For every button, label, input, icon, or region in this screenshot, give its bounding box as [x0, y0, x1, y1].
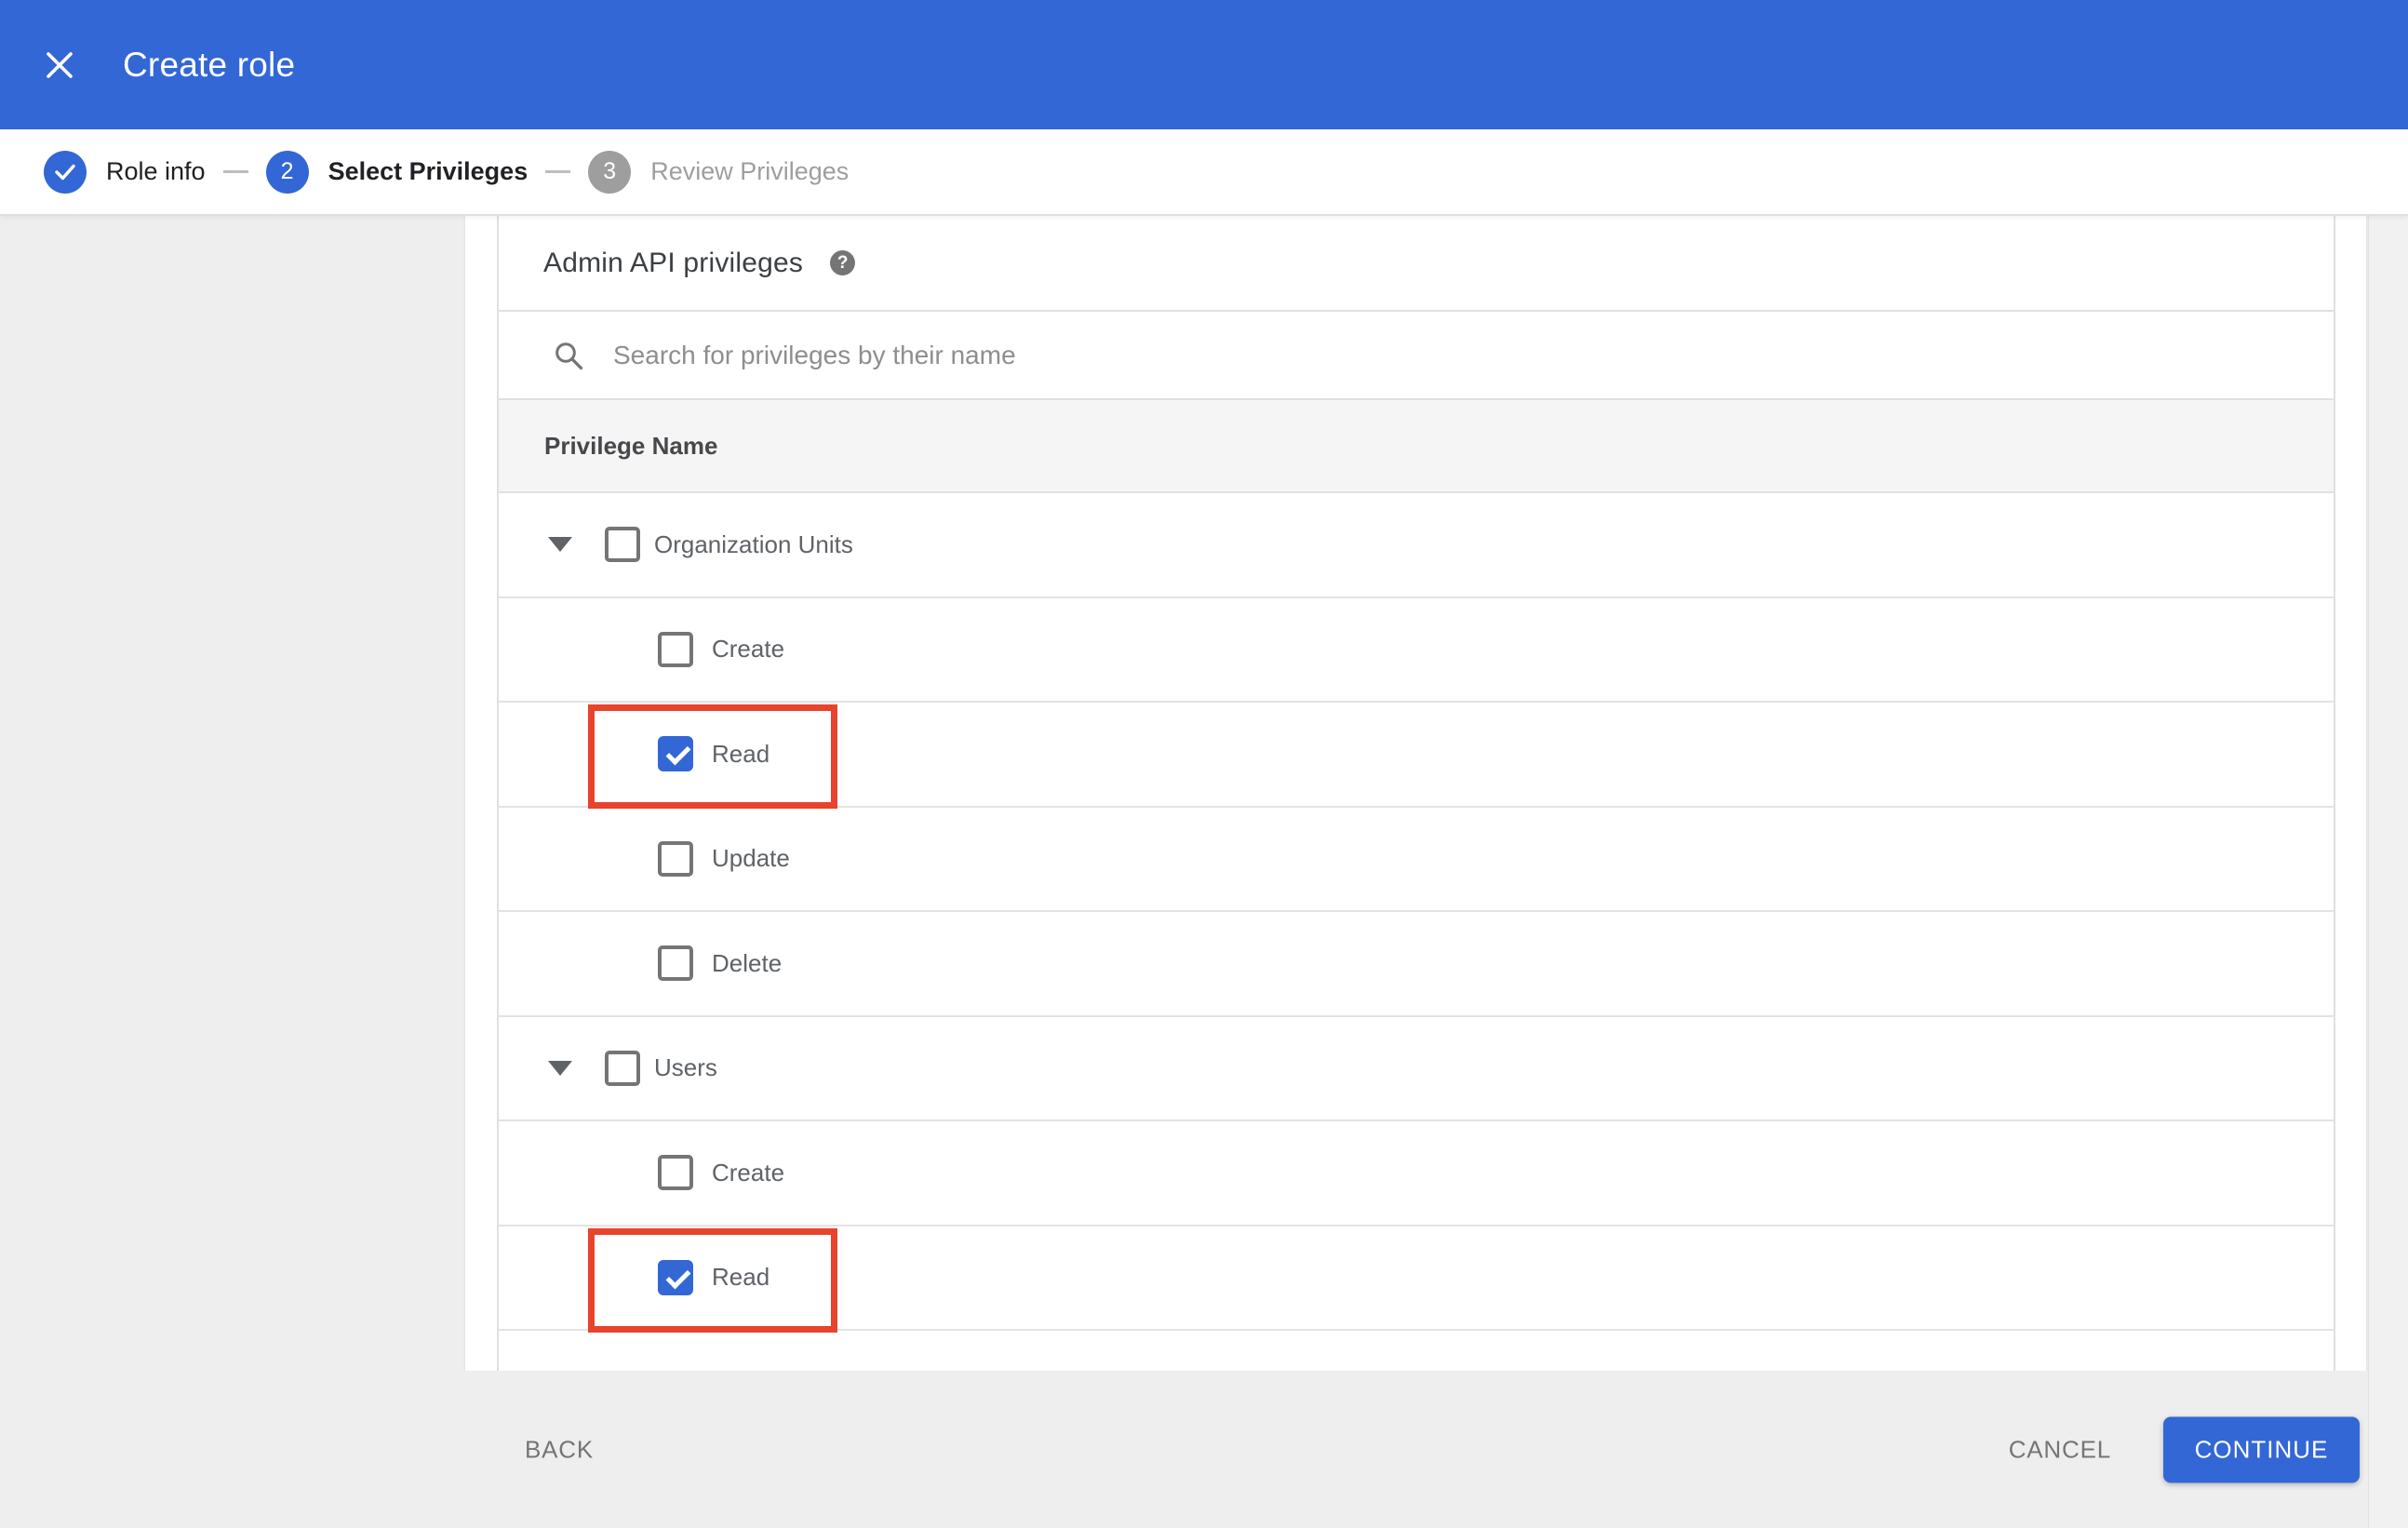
privilege-row[interactable]: Read: [499, 703, 2334, 809]
privilege-checkbox[interactable]: [605, 1050, 640, 1086]
privilege-checkbox[interactable]: [658, 1259, 693, 1295]
stepper: Role info 2 Select Privileges 3 Review P…: [0, 129, 2408, 216]
step-3-circle: 3: [588, 150, 632, 194]
privilege-checkbox[interactable]: [658, 1155, 693, 1191]
privilege-label: Delete: [712, 948, 783, 977]
table-header: Privilege Name: [499, 400, 2334, 493]
privilege-label: Users: [654, 1053, 717, 1082]
card-title-row: Admin API privileges ?: [499, 216, 2334, 312]
search-icon: [555, 342, 583, 369]
expand-arrow-icon[interactable]: [548, 1060, 572, 1076]
step-select-privileges[interactable]: 2 Select Privileges: [265, 150, 528, 194]
step-2-circle: 2: [265, 150, 309, 194]
app-header: Create role: [0, 0, 2408, 129]
step-connector: [222, 170, 248, 173]
cancel-button[interactable]: CANCEL: [2003, 1434, 2117, 1465]
privilege-row[interactable]: Create: [499, 597, 2334, 703]
step-role-info[interactable]: Role info: [44, 150, 206, 194]
scrollbar-track[interactable]: [2368, 216, 2408, 1528]
privilege-label: Update: [712, 844, 790, 873]
help-icon[interactable]: ?: [830, 250, 856, 275]
privilege-checkbox[interactable]: [658, 631, 693, 667]
content-panel: Admin API privileges ? Privilege Name Or…: [465, 216, 2366, 1371]
step-1-label: Role info: [106, 157, 206, 185]
privilege-row[interactable]: Read: [499, 1226, 2334, 1333]
privilege-row[interactable]: Delete: [499, 912, 2334, 1017]
privilege-row[interactable]: Update: [499, 807, 2334, 912]
privilege-row[interactable]: Organization Units: [499, 493, 2334, 598]
step-connector: [545, 170, 571, 173]
step-1-check-circle: [44, 150, 87, 194]
search-row: [499, 312, 2334, 400]
dialog-title: Create role: [123, 45, 296, 84]
create-role-dialog: Create role Role info 2 Select Privilege…: [0, 0, 2408, 1528]
column-header: Privilege Name: [544, 431, 718, 460]
footer-bar: BACK CANCEL CONTINUE: [0, 1371, 2408, 1528]
privileges-card: Admin API privileges ? Privilege Name Or…: [497, 216, 2335, 1371]
privilege-row[interactable]: Users: [499, 1016, 2334, 1121]
privilege-label: Read: [712, 1263, 770, 1292]
privilege-checkbox[interactable]: [605, 527, 640, 563]
privilege-rows: Organization Units Create Read Update De…: [499, 493, 2334, 1333]
close-icon[interactable]: [39, 45, 80, 86]
section-title: Admin API privileges: [543, 247, 804, 278]
expand-arrow-icon[interactable]: [548, 537, 572, 553]
privilege-row[interactable]: Create: [499, 1121, 2334, 1226]
privilege-label: Create: [712, 1158, 785, 1186]
step-3-label: Review Privileges: [650, 157, 849, 185]
privilege-checkbox[interactable]: [658, 840, 693, 877]
privilege-label: Read: [712, 739, 770, 768]
continue-button[interactable]: CONTINUE: [2163, 1416, 2360, 1482]
search-input[interactable]: [611, 339, 2104, 371]
check-icon: [55, 164, 75, 180]
back-button[interactable]: BACK: [519, 1434, 599, 1465]
privilege-label: Create: [712, 635, 785, 663]
privilege-checkbox[interactable]: [658, 736, 693, 772]
step-2-label: Select Privileges: [328, 157, 528, 185]
step-review-privileges[interactable]: 3 Review Privileges: [588, 150, 849, 194]
x-icon: [47, 51, 73, 78]
privilege-label: Organization Units: [654, 529, 853, 558]
privilege-checkbox[interactable]: [658, 945, 693, 982]
